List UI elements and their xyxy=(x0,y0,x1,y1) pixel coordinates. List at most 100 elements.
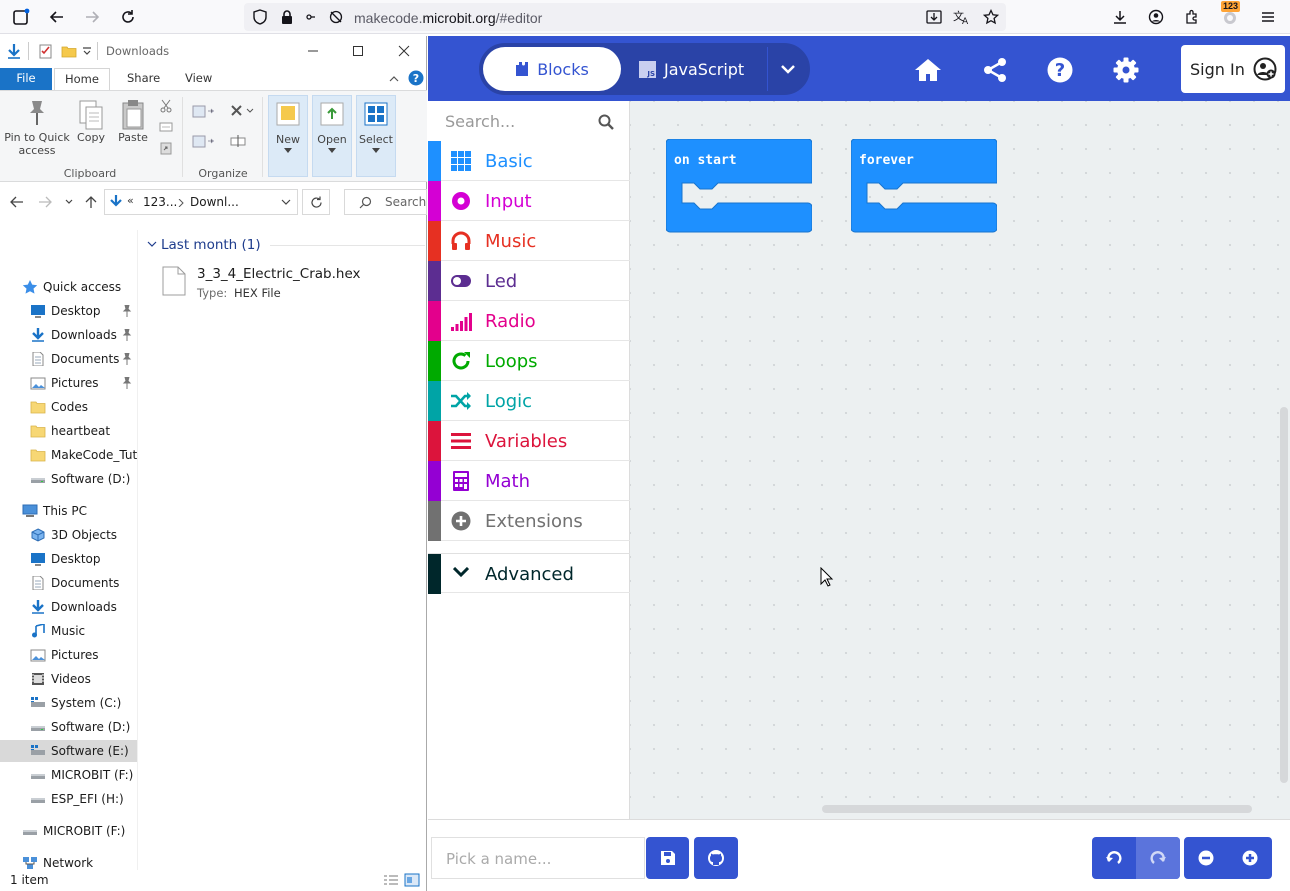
file-item[interactable]: 3_3_4_Electric_Crab.hex Type: HEX File xyxy=(158,264,418,304)
downloads-icon[interactable] xyxy=(1108,5,1132,29)
select-button[interactable]: Select xyxy=(356,95,396,177)
nav-microbit-root[interactable]: MICROBIT (F:) xyxy=(0,820,137,842)
category-loops[interactable]: Loops xyxy=(428,341,630,381)
nav-forward-icon[interactable] xyxy=(38,196,52,208)
nav-pc-microbit-f[interactable]: MICROBIT (F:) xyxy=(0,764,137,786)
extensions-icon[interactable] xyxy=(1180,5,1204,29)
collapse-ribbon-icon[interactable] xyxy=(388,74,400,84)
nav-pc-documents[interactable]: Documents xyxy=(0,572,137,594)
nav-quick-desktop[interactable]: Desktop xyxy=(0,300,137,322)
minimize-button[interactable] xyxy=(302,40,324,62)
category-extensions[interactable]: Extensions xyxy=(428,501,630,541)
quick-download-icon[interactable] xyxy=(6,43,22,59)
nav-quick-codes[interactable]: Codes xyxy=(0,396,137,418)
nav-pc-esp-efi-h[interactable]: ESP_EFI (H:) xyxy=(0,788,137,810)
cut-icon[interactable] xyxy=(159,99,173,113)
maximize-button[interactable] xyxy=(347,40,369,62)
tab-file[interactable]: File xyxy=(0,68,52,90)
url-bar[interactable]: makecode.microbit.org/#editor 文A xyxy=(244,3,1006,31)
paste-shortcut-icon[interactable] xyxy=(159,141,173,155)
addon-icon[interactable]: 123 xyxy=(1218,1,1242,29)
project-name-input[interactable]: Pick a name... xyxy=(431,837,645,879)
pin-to-quick-access-button[interactable]: Pin to Quick access xyxy=(2,99,72,157)
advanced-category[interactable]: Advanced xyxy=(428,553,630,594)
tab-home[interactable]: Home xyxy=(54,68,110,90)
bookmark-star-icon[interactable] xyxy=(979,5,1003,29)
paste-button[interactable]: Paste xyxy=(114,99,152,144)
toolbox-search[interactable]: Search... xyxy=(428,101,630,141)
category-radio[interactable]: Radio xyxy=(428,301,630,341)
sign-in-button[interactable]: Sign In xyxy=(1181,45,1285,93)
nav-quick-downloads[interactable]: Downloads xyxy=(0,324,137,346)
back-icon[interactable] xyxy=(45,5,69,29)
category-input[interactable]: Input xyxy=(428,181,630,221)
tab-view[interactable]: View xyxy=(175,68,222,90)
translate-icon[interactable]: 文A xyxy=(950,5,974,29)
nav-quick-software-d[interactable]: Software (D:) xyxy=(0,468,137,490)
search-box[interactable]: Search D xyxy=(344,189,427,215)
help-icon[interactable]: ? xyxy=(408,70,424,86)
blocks-workspace[interactable]: on start forever xyxy=(630,101,1290,819)
new-folder-quick-icon[interactable] xyxy=(61,43,77,59)
copy-button[interactable]: Copy xyxy=(74,99,108,144)
details-view-icon[interactable] xyxy=(383,874,399,886)
sidebar-toggle-icon[interactable] xyxy=(9,5,33,29)
lock-icon[interactable] xyxy=(275,5,299,29)
customize-toolbar-icon[interactable] xyxy=(82,46,92,56)
vertical-scrollbar[interactable] xyxy=(1280,407,1288,783)
nav-quick-makecode-tuto[interactable]: MakeCode_Tuto xyxy=(0,444,137,466)
blocks-tab[interactable]: Blocks xyxy=(483,47,621,91)
github-button[interactable] xyxy=(694,837,738,879)
up-folder-icon[interactable] xyxy=(84,195,98,209)
nav-pc-desktop[interactable]: Desktop xyxy=(0,548,137,570)
category-logic[interactable]: Logic xyxy=(428,381,630,421)
nav-pc-videos[interactable]: Videos xyxy=(0,668,137,690)
reload-icon[interactable] xyxy=(116,5,140,29)
category-variables[interactable]: Variables xyxy=(428,421,630,461)
url-text[interactable]: makecode.microbit.org/#editor xyxy=(354,10,542,26)
nav-quick-heartbeat[interactable]: heartbeat xyxy=(0,420,137,442)
menu-icon[interactable] xyxy=(1256,5,1280,29)
tab-share[interactable]: Share xyxy=(117,68,170,90)
address-bar[interactable]: « 123... Downl... xyxy=(104,189,298,215)
help-button[interactable]: ? xyxy=(1046,56,1074,84)
language-dropdown[interactable] xyxy=(767,47,807,91)
save-button[interactable] xyxy=(646,837,689,879)
nav-quick-access[interactable]: Quick access xyxy=(0,276,137,298)
forward-icon[interactable] xyxy=(80,5,104,29)
nav-pc-pictures[interactable]: Pictures xyxy=(0,644,137,666)
on-start-block[interactable]: on start xyxy=(666,139,812,234)
undo-button[interactable] xyxy=(1092,837,1136,879)
share-button[interactable] xyxy=(981,56,1009,84)
nav-pc-downloads[interactable]: Downloads xyxy=(0,596,137,618)
group-header-last-month[interactable]: Last month (1) xyxy=(145,236,425,258)
nav-this-pc[interactable]: This PC xyxy=(0,500,137,522)
nav-pc-system-c[interactable]: System (C:) xyxy=(0,692,137,714)
large-icons-view-icon[interactable] xyxy=(404,873,420,887)
recent-locations-icon[interactable] xyxy=(65,199,73,205)
address-segment-user[interactable]: 123... xyxy=(143,195,177,209)
nav-back-icon[interactable] xyxy=(10,196,24,208)
tracking-off-icon[interactable] xyxy=(324,5,348,29)
nav-quick-pictures[interactable]: Pictures xyxy=(0,372,137,394)
nav-pc-3d-objects[interactable]: 3D Objects xyxy=(0,524,137,546)
redo-button[interactable] xyxy=(1136,837,1180,879)
horizontal-scrollbar[interactable] xyxy=(822,805,1252,813)
move-to-icon[interactable] xyxy=(192,103,216,119)
install-app-icon[interactable] xyxy=(922,5,946,29)
nav-pc-music[interactable]: Music xyxy=(0,620,137,642)
zoom-in-button[interactable] xyxy=(1228,837,1272,879)
open-button[interactable]: Open xyxy=(312,95,352,177)
category-led[interactable]: Led xyxy=(428,261,630,301)
permissions-icon[interactable] xyxy=(302,5,326,29)
nav-pc-software-d[interactable]: Software (D:) xyxy=(0,716,137,738)
new-button[interactable]: New xyxy=(268,95,308,177)
shield-icon[interactable] xyxy=(248,5,272,29)
zoom-out-button[interactable] xyxy=(1184,837,1228,879)
copy-to-icon[interactable] xyxy=(192,133,216,149)
category-basic[interactable]: Basic xyxy=(428,141,630,181)
delete-icon[interactable] xyxy=(229,103,255,119)
nav-quick-documents[interactable]: Documents xyxy=(0,348,137,370)
home-button[interactable] xyxy=(914,56,942,84)
account-icon[interactable] xyxy=(1144,5,1168,29)
